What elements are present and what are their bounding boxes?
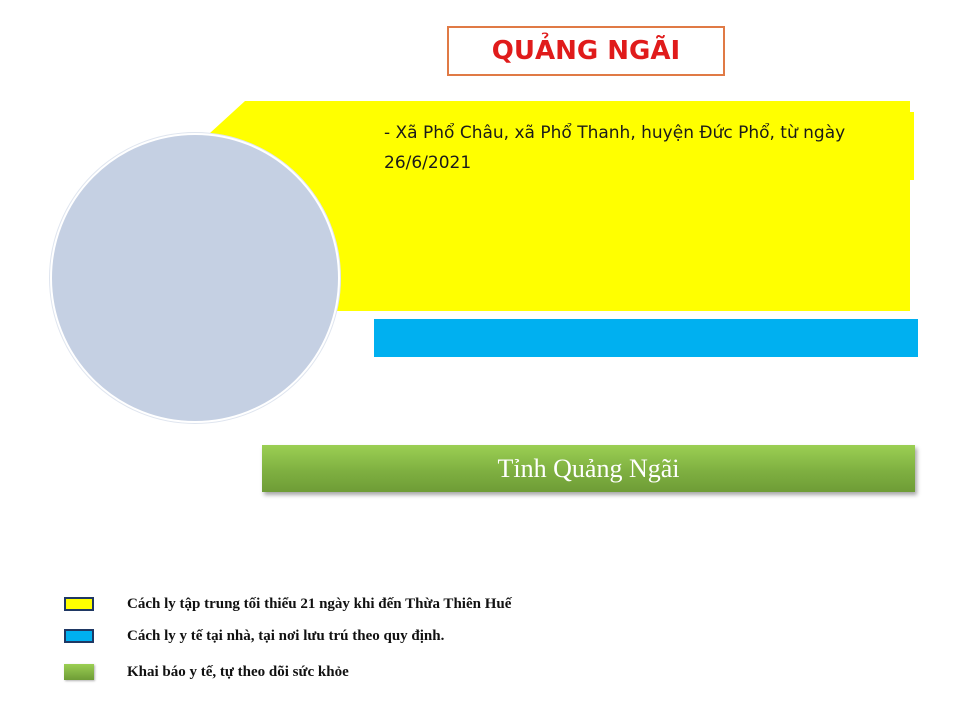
quarantine-zone-tab xyxy=(880,112,914,180)
legend-swatch-green xyxy=(64,664,94,680)
province-bar: Tỉnh Quảng Ngãi xyxy=(262,445,915,492)
legend-swatch-blue xyxy=(64,629,94,643)
region-note: - Xã Phổ Châu, xã Phổ Thanh, huyện Đức P… xyxy=(384,123,846,173)
province-bar-label: Tỉnh Quảng Ngãi xyxy=(497,453,680,483)
placeholder-circle xyxy=(50,133,340,423)
legend-label: Cách ly tập trung tối thiểu 21 ngày khi … xyxy=(127,595,512,612)
page-title: QUẢNG NGÃI xyxy=(447,26,725,76)
legend-swatch-yellow xyxy=(64,597,94,611)
legend-item-green: Khai báo y tế, tự theo dõi sức khỏe xyxy=(64,662,349,682)
legend-label: Khai báo y tế, tự theo dõi sức khỏe xyxy=(127,663,349,680)
home-quarantine-bar xyxy=(374,319,918,357)
legend-item-blue: Cách ly y tế tại nhà, tại nơi lưu trú th… xyxy=(64,626,444,646)
legend-item-yellow: Cách ly tập trung tối thiểu 21 ngày khi … xyxy=(64,594,511,614)
legend-label: Cách ly y tế tại nhà, tại nơi lưu trú th… xyxy=(127,627,445,644)
page-title-text: QUẢNG NGÃI xyxy=(491,36,681,66)
